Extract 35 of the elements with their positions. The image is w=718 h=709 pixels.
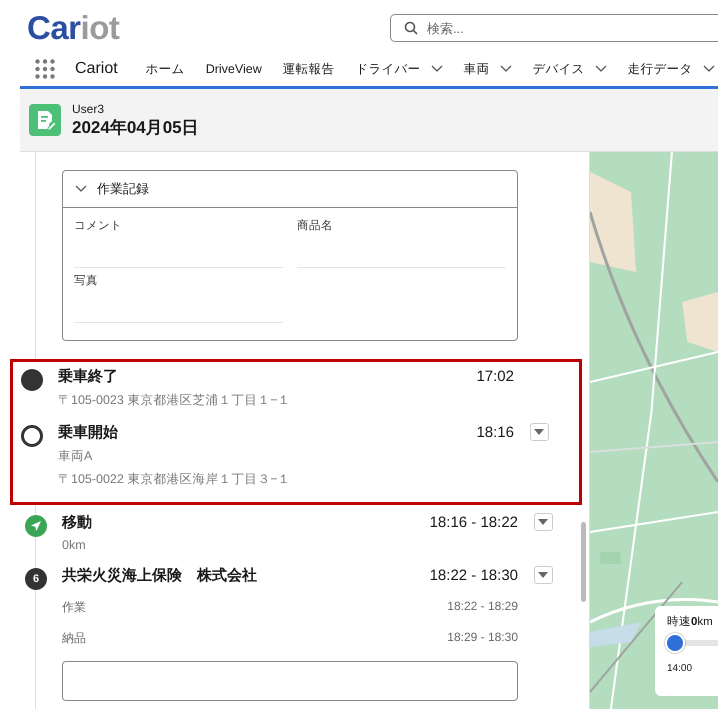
- event-detail: 車両A: [58, 448, 92, 465]
- task-label: 納品: [62, 630, 86, 647]
- event-detail: 〒105-0022 東京都港区海岸１丁目３−１: [58, 471, 291, 488]
- nav-tab[interactable]: ホーム: [146, 60, 185, 78]
- event-detail: 0km: [62, 538, 86, 552]
- search-field[interactable]: 検索...: [390, 14, 718, 42]
- field-label: 商品名: [297, 218, 333, 233]
- field-label: 写真: [74, 274, 98, 288]
- event-title: 乗車開始: [58, 423, 118, 442]
- nav-tab[interactable]: デバイス: [532, 60, 607, 78]
- task-time: 18:29 - 18:30: [447, 630, 518, 646]
- cariot-logo: Cariot: [27, 11, 120, 45]
- nav-tab[interactable]: ドライバー: [356, 60, 443, 78]
- field-label: コメント: [74, 219, 122, 233]
- event-detail: 〒105-0023 東京都港区芝浦１丁目１−１: [58, 392, 291, 409]
- event-title: 共栄火災海上保険 株式会社: [62, 566, 257, 585]
- task-label: 作業: [62, 599, 86, 616]
- nav-tab[interactable]: DriveView: [206, 62, 262, 76]
- task-time: 18:22 - 18:29: [447, 599, 518, 615]
- event-time: 18:16 - 18:22: [430, 514, 518, 531]
- event-time: 18:16: [476, 424, 514, 441]
- event-time: 17:02: [476, 368, 514, 385]
- nav-tab[interactable]: 車両: [464, 60, 512, 78]
- event-title: 移動: [62, 513, 92, 532]
- user-name: User3: [72, 102, 106, 116]
- speed-reading: 時速0km: [667, 614, 713, 629]
- tick-label: 14:00: [667, 663, 692, 674]
- event-title: 乗車終了: [58, 367, 118, 386]
- stop-number: 6: [25, 568, 47, 590]
- nav-tab[interactable]: 運転報告: [282, 60, 335, 78]
- event-time: 18:22 - 18:30: [430, 567, 518, 584]
- nav-tab[interactable]: 走行データ: [628, 60, 715, 78]
- card-title: 作業記録: [97, 180, 149, 198]
- record-date: 2024年04月05日: [72, 116, 199, 138]
- app-name: Cariot: [75, 60, 118, 78]
